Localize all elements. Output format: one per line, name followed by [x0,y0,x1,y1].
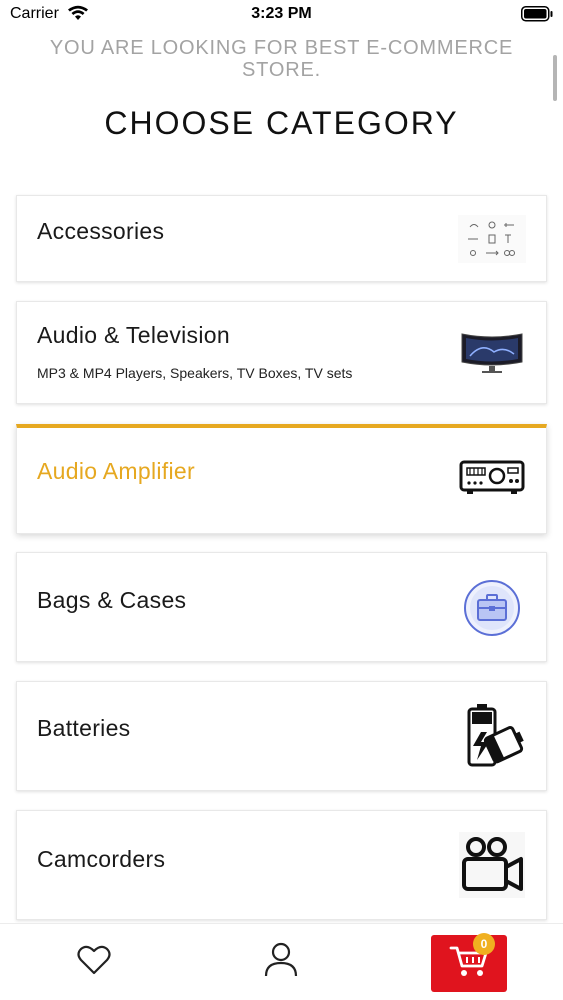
bottom-tab-bar: 0 [0,923,563,1000]
status-bar: Carrier 3:23 PM [0,0,563,30]
category-subtitle: MP3 & MP4 Players, Speakers, TV Boxes, T… [37,365,353,381]
curved-monitor-thumbnail-icon [458,318,526,386]
wishlist-tab-button[interactable] [74,942,114,982]
category-card-accessories[interactable]: Accessories [16,195,547,282]
category-card-bags-cases[interactable]: Bags & Cases [16,552,547,662]
category-card-camcorders[interactable]: Camcorders [16,810,547,920]
status-time: 3:23 PM [251,5,312,22]
category-title: Audio Amplifier [37,458,195,484]
accessories-thumbnail-icon [458,205,526,273]
camcorder-thumbnail-icon [458,831,526,899]
category-title: Audio & Television [37,322,230,348]
battery-icon [521,6,553,27]
cart-count-badge: 0 [473,933,495,955]
category-card-batteries[interactable]: Batteries [16,681,547,791]
battery-thumbnail-icon [458,702,526,770]
briefcase-thumbnail-icon [458,574,526,642]
category-title: Camcorders [37,846,166,872]
heart-icon [77,945,111,980]
amplifier-thumbnail-icon [458,444,526,512]
category-scroll-area[interactable]: YOU ARE LOOKING FOR BEST E-COMMERCE STOR… [0,30,563,923]
page-title: CHOOSE CATEGORY [104,105,459,141]
category-title: Accessories [37,218,165,244]
user-icon [264,942,298,983]
category-title: Bags & Cases [37,587,187,613]
account-tab-button[interactable] [261,942,301,982]
scrollbar[interactable] [553,55,557,101]
category-card-audio-television[interactable]: Audio & Television MP3 & MP4 Players, Sp… [16,301,547,404]
category-card-audio-amplifier[interactable]: Audio Amplifier [16,424,547,534]
category-title: Batteries [37,715,131,741]
cart-button[interactable]: 0 [431,933,507,992]
page-subheading: YOU ARE LOOKING FOR BEST E-COMMERCE STOR… [49,37,514,81]
